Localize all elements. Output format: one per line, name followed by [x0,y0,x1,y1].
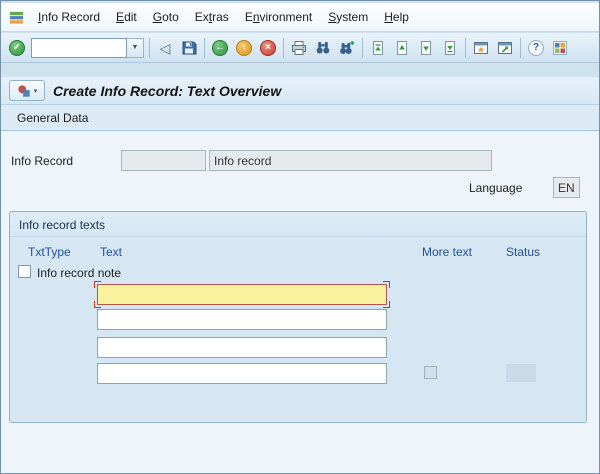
chevron-down-icon: ▼ [132,44,139,51]
info-record-note-label: Info record note [37,266,121,280]
page-title: Create Info Record: Text Overview [53,83,281,99]
toolbar-separator [362,38,363,58]
back-button[interactable]: ◁ [153,36,177,59]
find-button[interactable] [311,36,335,59]
toolbar-separator [283,38,284,58]
column-header-more-text: More text [422,245,472,259]
general-data-button[interactable]: General Data [7,107,98,129]
toolbar-separator [204,38,205,58]
command-field-combo: ▼ [31,38,144,58]
continue-arrow-icon: ← [212,40,228,56]
info-record-note-checkbox[interactable] [18,265,31,278]
toolbar-separator [465,38,466,58]
new-session-button[interactable] [469,36,493,59]
help-button[interactable]: ? [524,36,548,59]
text-row-input-1[interactable] [97,284,387,305]
command-input[interactable] [31,38,127,58]
new-session-icon [473,40,489,56]
title-bar: ▾ Create Info Record: Text Overview [1,77,599,105]
text-row-input-2[interactable] [97,309,387,330]
exit-button[interactable]: ↑ [232,36,256,59]
back-arrow-icon: ◁ [160,41,171,55]
previous-page-button[interactable] [390,36,414,59]
next-page-icon [418,40,434,56]
status-field [506,364,536,382]
save-button[interactable] [177,36,201,59]
create-shortcut-icon [497,40,513,56]
info-record-number-field [121,150,206,171]
print-icon [291,40,307,56]
text-row-input-4[interactable] [97,363,387,384]
info-record-description-field [209,150,492,171]
find-next-button[interactable] [335,36,359,59]
first-page-button[interactable] [366,36,390,59]
find-next-icon [339,40,355,56]
last-page-icon [442,40,458,56]
services-for-object-button[interactable]: ▾ [9,80,45,101]
menu-edit[interactable]: Edit [108,6,145,28]
help-icon: ? [528,40,544,56]
column-header-text: Text [100,245,122,259]
customize-layout-button[interactable] [548,36,572,59]
column-header-status: Status [506,245,540,259]
sap-app-icon [6,9,26,25]
next-page-button[interactable] [414,36,438,59]
save-icon [181,40,197,56]
toolbar-separator [149,38,150,58]
info-record-label: Info Record [11,154,73,168]
standard-toolbar: ✓ ▼ ◁ ← ↑ × [1,33,599,63]
continue-button[interactable]: ← [208,36,232,59]
services-for-object-icon [17,84,31,98]
language-field [553,177,580,198]
previous-page-icon [394,40,410,56]
exit-arrow-icon: ↑ [236,40,252,56]
main-screen: Info Record Language Info record texts T… [1,131,599,473]
customize-layout-icon [552,40,568,56]
cancel-x-icon: × [260,40,276,56]
sap-window: Info Record Edit Goto Extras Environment… [0,0,600,474]
menu-info-record[interactable]: Info Record [30,6,108,28]
language-label: Language [469,181,522,195]
last-page-button[interactable] [438,36,462,59]
menu-goto[interactable]: Goto [145,6,187,28]
menu-bar: Info Record Edit Goto Extras Environment… [1,3,599,32]
menu-help[interactable]: Help [376,6,417,28]
create-shortcut-button[interactable] [493,36,517,59]
print-button[interactable] [287,36,311,59]
info-record-texts-group: Info record texts TxtType Text More text… [9,211,587,423]
cancel-button[interactable]: × [256,36,280,59]
enter-check-icon: ✓ [9,40,25,56]
menu-system[interactable]: System [320,6,376,28]
column-header-txttype: TxtType [28,245,71,259]
find-icon [315,40,331,56]
toolbar-separator [520,38,521,58]
command-dropdown-button[interactable]: ▼ [127,38,144,58]
group-title: Info record texts [10,212,586,237]
sap-app-icon-glyph [9,10,24,25]
application-toolbar: General Data [1,105,599,131]
chevron-down-icon: ▾ [34,87,38,95]
enter-button[interactable]: ✓ [5,36,29,59]
more-text-checkbox[interactable] [424,366,437,379]
menu-environment[interactable]: Environment [237,6,320,28]
text-row-input-3[interactable] [97,337,387,358]
menu-extras[interactable]: Extras [187,6,237,28]
text-row-1 [97,284,387,305]
first-page-icon [370,40,386,56]
